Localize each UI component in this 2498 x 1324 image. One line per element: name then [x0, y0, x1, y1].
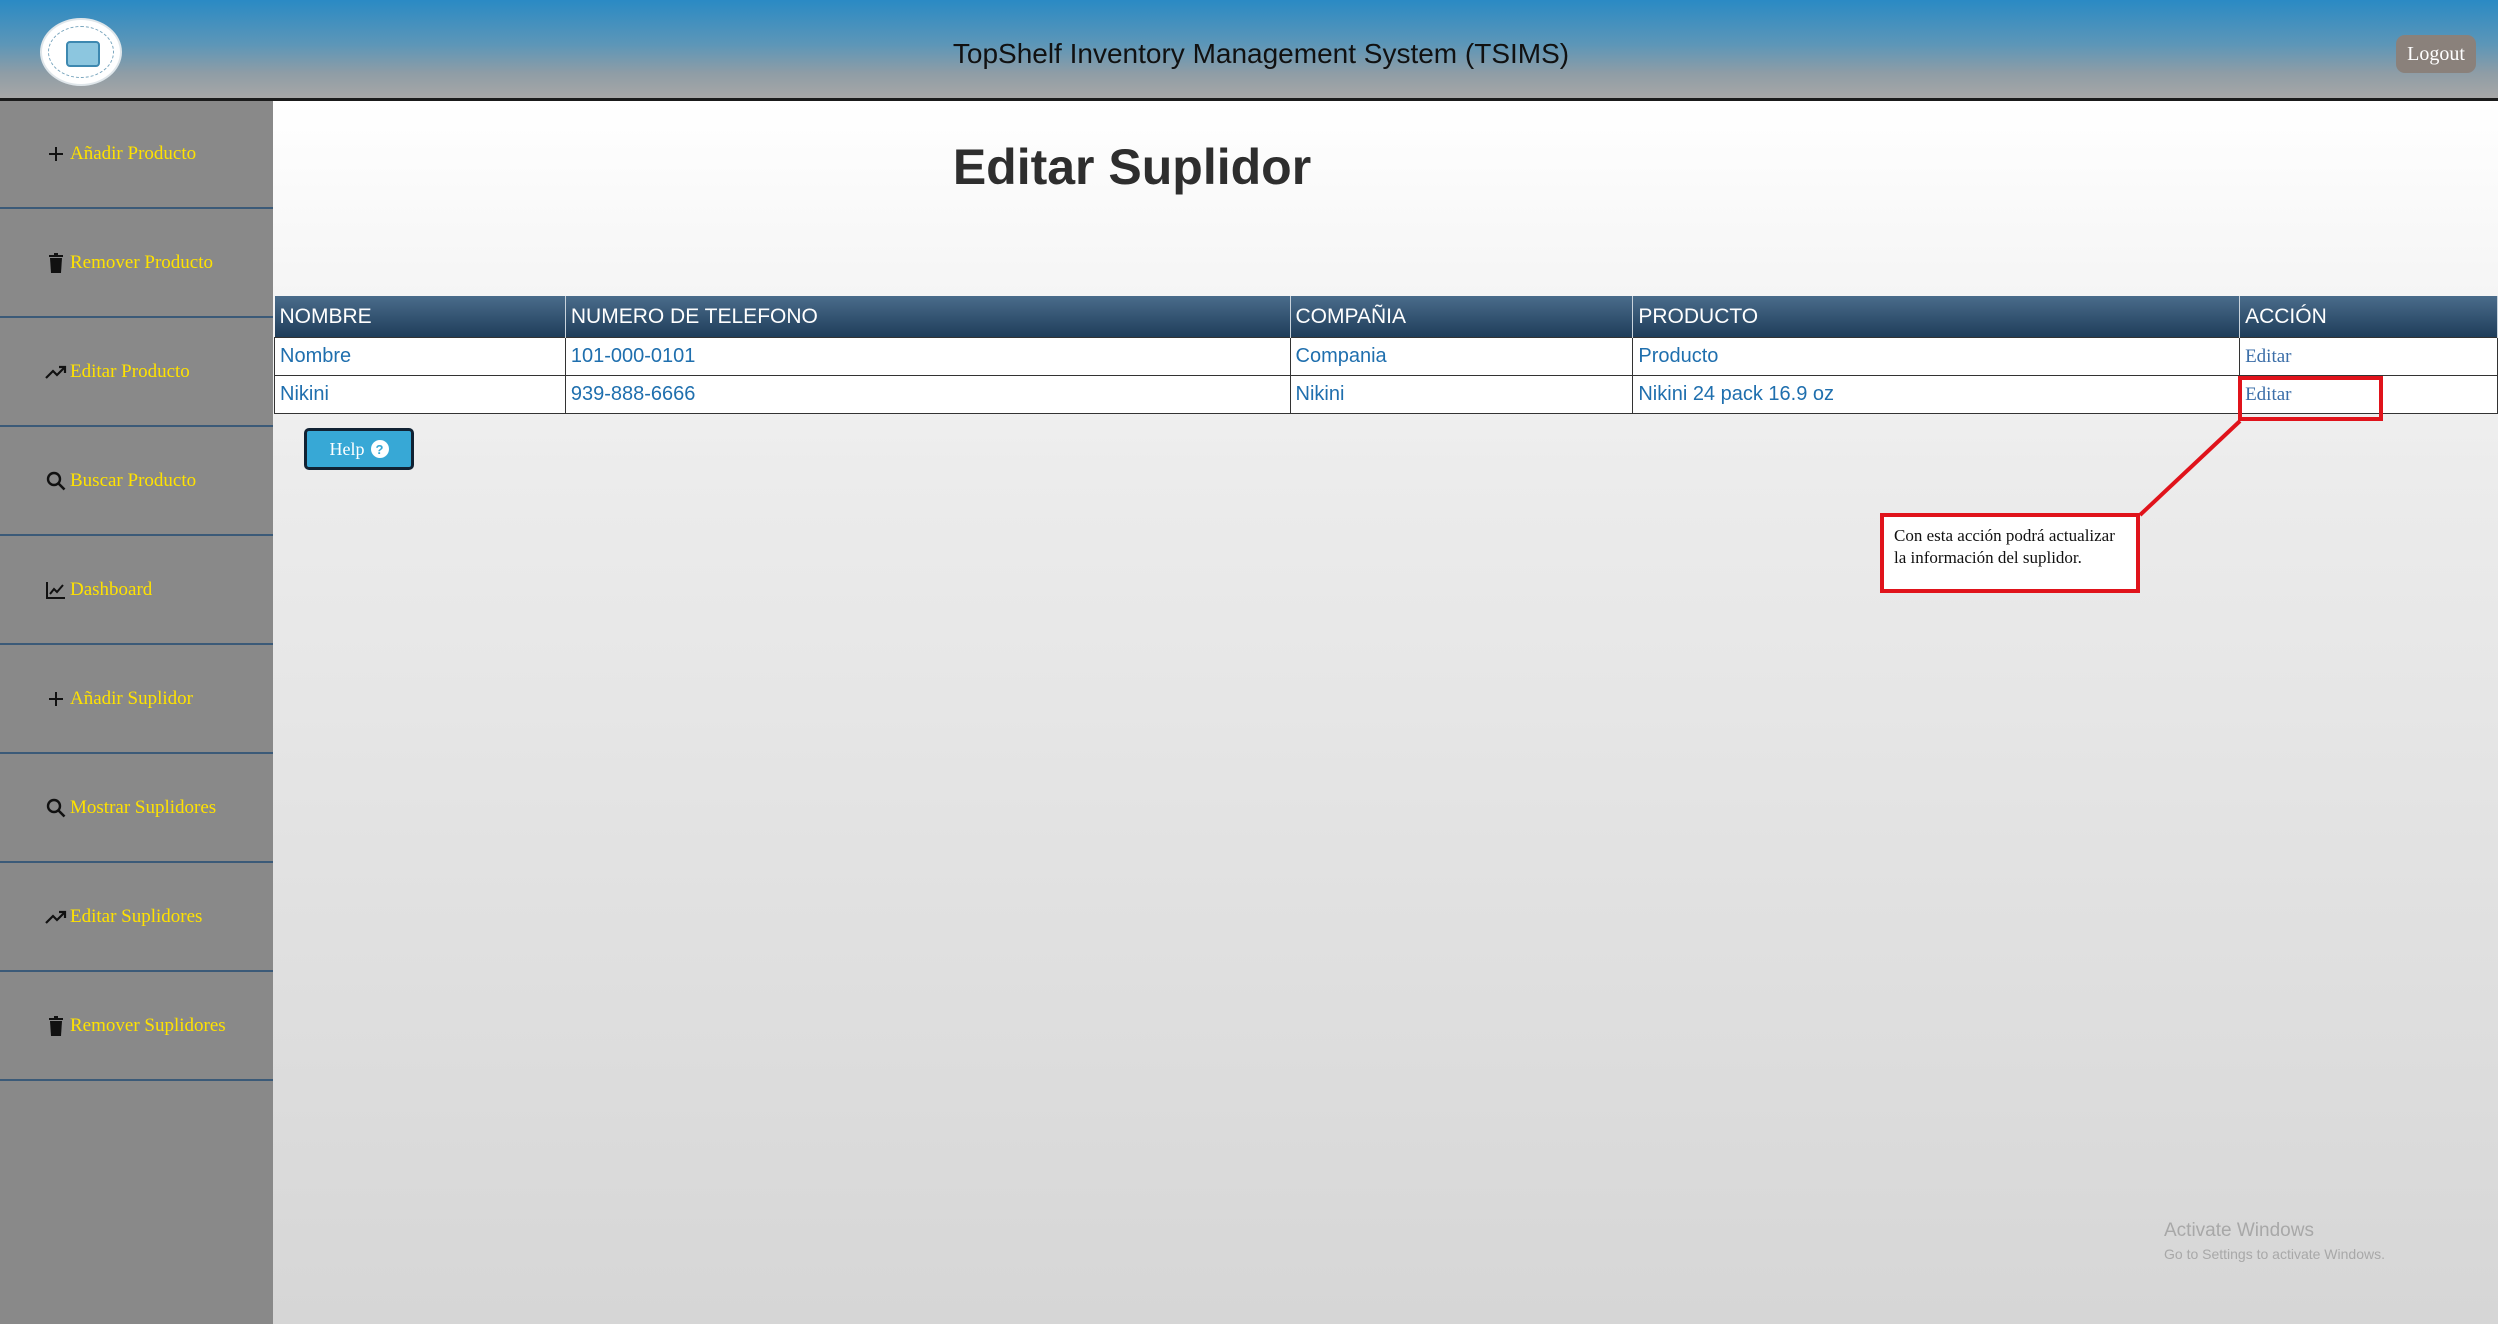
- trending-up-icon: [44, 905, 68, 929]
- watermark-title: Activate Windows: [2164, 1220, 2314, 1241]
- edit-link[interactable]: Editar: [2239, 337, 2498, 376]
- sidebar-item-label: Buscar Producto: [70, 470, 197, 491]
- search-icon: [44, 469, 68, 493]
- trash-icon: [44, 251, 68, 275]
- sidebar-item-buscar-producto[interactable]: Buscar Producto: [0, 428, 273, 536]
- chart-line-icon: [44, 578, 68, 602]
- annotation-callout: Con esta acción podrá actualizar la info…: [1880, 513, 2140, 593]
- search-icon: [44, 796, 68, 820]
- help-label: Help: [329, 438, 365, 459]
- cell-producto: Producto: [1632, 337, 2241, 376]
- cell-compania: Nikini: [1289, 375, 1634, 414]
- cell-producto: Nikini 24 pack 16.9 oz: [1632, 375, 2241, 414]
- question-icon: ?: [370, 440, 389, 458]
- column-header-nombre: NOMBRE: [274, 296, 566, 338]
- column-header-compania: COMPAÑIA: [1290, 296, 1634, 338]
- trash-icon: [44, 1014, 68, 1038]
- cell-nombre: Nikini: [274, 375, 566, 414]
- cell-telefono: 101-000-0101: [564, 337, 1291, 376]
- table-header-row: NOMBRE NUMERO DE TELEFONO COMPAÑIA PRODU…: [274, 296, 2498, 338]
- plus-icon: [44, 687, 68, 711]
- sidebar-item-label: Remover Suplidores: [70, 1015, 226, 1036]
- page-title: Editar Suplidor: [952, 139, 1312, 195]
- sidebar-item-remover-producto[interactable]: Remover Producto: [0, 210, 273, 318]
- suppliers-table: NOMBRE NUMERO DE TELEFONO COMPAÑIA PRODU…: [274, 296, 2498, 414]
- sidebar-item-label: Editar Suplidores: [70, 906, 203, 927]
- highlight-box: [2238, 376, 2383, 421]
- cell-nombre: Nombre: [274, 337, 566, 376]
- watermark-subtitle: Go to Settings to activate Windows.: [2164, 1246, 2385, 1262]
- sidebar-item-label: Remover Producto: [70, 252, 214, 273]
- app-title: TopShelf Inventory Management System (TS…: [952, 38, 1570, 69]
- sidebar-item-label: Dashboard: [70, 579, 153, 600]
- help-button[interactable]: Help ?: [304, 428, 414, 470]
- cell-telefono: 939-888-6666: [564, 375, 1291, 414]
- cell-compania: Compania: [1289, 337, 1634, 376]
- column-header-telefono: NUMERO DE TELEFONO: [565, 296, 1291, 338]
- sidebar-item-anadir-suplidor[interactable]: Añadir Suplidor: [0, 646, 273, 754]
- sidebar-item-label: Editar Producto: [70, 361, 190, 382]
- logout-button[interactable]: Logout: [2396, 35, 2476, 73]
- sidebar-item-label: Mostrar Suplidores: [70, 797, 217, 818]
- table-row: Nikini 939-888-6666 Nikini Nikini 24 pac…: [274, 375, 2498, 414]
- trending-up-icon: [44, 360, 68, 384]
- column-header-producto: PRODUCTO: [1632, 296, 2241, 338]
- app-header: TopShelf Inventory Management System (TS…: [0, 0, 2498, 101]
- sidebar-item-label: Añadir Suplidor: [70, 688, 193, 709]
- sidebar-item-editar-producto[interactable]: Editar Producto: [0, 319, 273, 427]
- main-content: [273, 101, 2498, 1324]
- sidebar-item-dashboard[interactable]: Dashboard: [0, 537, 273, 645]
- sidebar-item-remover-suplidores[interactable]: Remover Suplidores: [0, 973, 273, 1081]
- sidebar-item-editar-suplidores[interactable]: Editar Suplidores: [0, 864, 273, 972]
- column-header-accion: ACCIÓN: [2239, 296, 2498, 338]
- table-row: Nombre 101-000-0101 Compania Producto Ed…: [274, 337, 2498, 376]
- activation-watermark: Activate Windows Go to Settings to activ…: [2164, 1220, 2385, 1262]
- sidebar: Añadir Producto Remover Producto Editar …: [0, 101, 273, 1324]
- sidebar-item-mostrar-suplidores[interactable]: Mostrar Suplidores: [0, 755, 273, 863]
